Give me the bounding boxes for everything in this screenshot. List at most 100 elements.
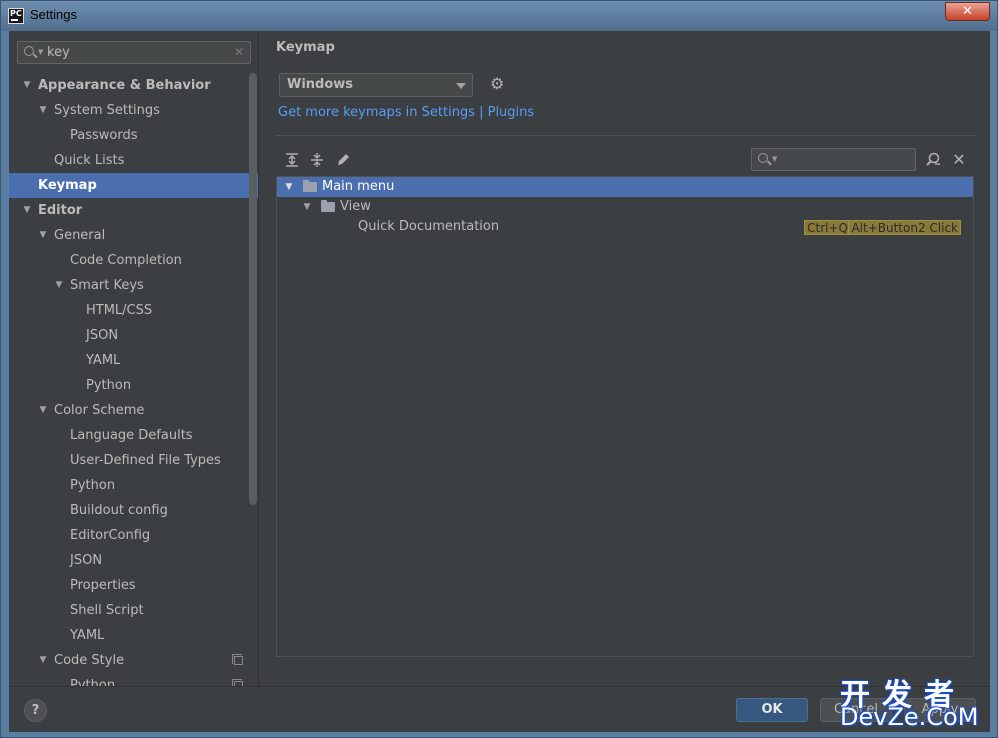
search-dropdown-caret-icon[interactable]: ▼ <box>38 48 43 56</box>
help-button[interactable]: ? <box>24 699 47 722</box>
expand-arrow-icon[interactable]: ▼ <box>53 273 65 298</box>
expand-arrow-icon[interactable]: ▼ <box>301 197 313 217</box>
sidebar-item-label: YAML <box>86 353 121 368</box>
keymap-actions-tree: ▼ Main menu ▼ View Quick Documentation Ctrl+Q… <box>276 176 974 657</box>
sidebar-item-label: General <box>54 228 106 243</box>
sidebar-item-label: Color Scheme <box>54 403 145 418</box>
expand-arrow-icon[interactable]: ▼ <box>21 73 33 98</box>
folder-icon <box>303 180 317 192</box>
shortcut-badge: Ctrl+Q <box>804 220 851 235</box>
settings-window: PC Settings ✕ ▼ key ✕ ▼ Appearance & Beha… <box>0 0 998 738</box>
keymap-action-label: Quick Documentation <box>358 219 500 234</box>
clear-search-icon[interactable]: ✕ <box>234 45 244 59</box>
close-icon: ✕ <box>962 4 973 19</box>
sidebar-item-color-scheme[interactable]: ▼ Color Scheme <box>9 398 258 423</box>
settings-search-input[interactable]: ▼ key ✕ <box>17 41 251 64</box>
sidebar-item-json[interactable]: JSON <box>9 548 258 573</box>
keymap-filter-input[interactable]: ▼ <box>751 148 916 171</box>
keymap-row-view[interactable]: ▼ View <box>277 197 973 217</box>
ok-button[interactable]: OK <box>736 698 808 722</box>
expand-arrow-icon[interactable]: ▼ <box>283 177 295 197</box>
sidebar-item-language-defaults[interactable]: Language Defaults <box>9 423 258 448</box>
section-divider <box>276 135 976 136</box>
keymap-action-label: Main menu <box>322 179 395 194</box>
sidebar-item-quick-lists[interactable]: Quick Lists <box>9 148 258 173</box>
sidebar-item-label: Properties <box>70 578 136 593</box>
sidebar-scrollbar[interactable] <box>249 73 257 505</box>
sidebar-item-label: User-Defined File Types <box>70 453 221 468</box>
window-title: Settings <box>30 7 77 22</box>
sidebar-item-appearance-behavior[interactable]: ▼ Appearance & Behavior <box>9 73 258 98</box>
folder-icon <box>321 200 335 212</box>
sidebar-item-code-style[interactable]: ▼ Code Style <box>9 648 258 673</box>
sidebar-item-label: HTML/CSS <box>86 303 153 318</box>
keymap-row-main-menu[interactable]: ▼ Main menu <box>277 177 973 197</box>
sidebar-item-yaml[interactable]: YAML <box>9 623 258 648</box>
watermark-logo: 开发者 DevZe.CoM <box>838 670 993 734</box>
settings-search-value: key <box>47 45 70 60</box>
sidebar-item-passwords[interactable]: Passwords <box>9 123 258 148</box>
sidebar-item-keymap[interactable]: Keymap <box>9 173 258 198</box>
sidebar-item-user-defined-file-types[interactable]: User-Defined File Types <box>9 448 258 473</box>
sidebar-item-code-completion[interactable]: Code Completion <box>9 248 258 273</box>
expand-arrow-icon[interactable]: ▼ <box>37 648 49 673</box>
sidebar-item-python[interactable]: Python <box>9 473 258 498</box>
collapse-all-icon[interactable] <box>309 152 325 168</box>
sidebar-item-yaml[interactable]: YAML <box>9 348 258 373</box>
sidebar-item-general[interactable]: ▼ General <box>9 223 258 248</box>
keymap-scheme-select[interactable]: Windows <box>279 73 473 97</box>
clear-filter-icon[interactable]: ✕ <box>951 152 967 168</box>
keymap-action-label: View <box>340 199 371 214</box>
filter-dropdown-caret-icon[interactable]: ▼ <box>772 155 777 163</box>
sidebar-item-python[interactable]: Python <box>9 673 258 686</box>
sidebar-item-label: JSON <box>86 328 119 343</box>
sidebar-item-label: Python <box>86 378 132 393</box>
sidebar-item-label: Python <box>70 478 116 493</box>
sidebar-item-label: Code Completion <box>70 253 182 268</box>
sidebar-item-system-settings[interactable]: ▼ System Settings <box>9 98 258 123</box>
sidebar-item-editor[interactable]: ▼ Editor <box>9 198 258 223</box>
sidebar-item-json[interactable]: JSON <box>9 323 258 348</box>
gear-icon[interactable]: ⚙ <box>490 76 504 92</box>
sidebar-item-label: JSON <box>70 553 103 568</box>
sidebar-item-smart-keys[interactable]: ▼ Smart Keys <box>9 273 258 298</box>
window-close-button[interactable]: ✕ <box>945 2 990 21</box>
sidebar-item-shell-script[interactable]: Shell Script <box>9 598 258 623</box>
watermark-line2: DevZe.CoM <box>840 703 979 731</box>
expand-arrow-icon[interactable]: ▼ <box>37 98 49 123</box>
sidebar-item-label: Quick Lists <box>54 153 125 168</box>
pycharm-app-icon: PC <box>8 8 24 24</box>
title-bar[interactable]: PC Settings ✕ <box>1 1 997 31</box>
sidebar-item-label: Keymap <box>38 178 97 193</box>
expand-arrow-icon[interactable]: ▼ <box>21 198 33 223</box>
sidebar-item-html-css[interactable]: HTML/CSS <box>9 298 258 323</box>
settings-sidebar: ▼ key ✕ ▼ Appearance & Behavior ▼ System Se… <box>9 31 259 686</box>
get-more-keymaps-link[interactable]: Get more keymaps in Settings | Plugins <box>278 105 534 120</box>
sidebar-item-label: Appearance & Behavior <box>38 78 211 93</box>
sidebar-item-buildout-config[interactable]: Buildout config <box>9 498 258 523</box>
sidebar-item-label: EditorConfig <box>70 528 151 543</box>
settings-tree: ▼ Appearance & Behavior ▼ System Settings Pa… <box>9 73 258 686</box>
expand-arrow-icon[interactable]: ▼ <box>37 223 49 248</box>
sidebar-item-label: Shell Script <box>70 603 144 618</box>
search-icon <box>24 46 34 56</box>
sidebar-item-label: Python <box>70 678 116 686</box>
sidebar-item-editorconfig[interactable]: EditorConfig <box>9 523 258 548</box>
expand-arrow-icon[interactable]: ▼ <box>37 398 49 423</box>
sidebar-item-label: Language Defaults <box>70 428 193 443</box>
sidebar-item-label: System Settings <box>54 103 160 118</box>
find-shortcut-icon[interactable] <box>925 152 941 168</box>
keymap-scheme-value: Windows <box>287 77 354 92</box>
page-title: Keymap <box>276 40 335 55</box>
sidebar-item-python[interactable]: Python <box>9 373 258 398</box>
settings-client-area: ▼ key ✕ ▼ Appearance & Behavior ▼ System Se… <box>9 31 990 732</box>
sidebar-item-label: Editor <box>38 203 83 218</box>
sidebar-item-label: YAML <box>70 628 105 643</box>
keymap-row-quick-documentation[interactable]: Quick Documentation Ctrl+Q Alt+Button2 Cli… <box>277 217 973 237</box>
sidebar-item-label: Buildout config <box>70 503 168 518</box>
sidebar-item-properties[interactable]: Properties <box>9 573 258 598</box>
edit-pencil-icon[interactable] <box>335 152 351 168</box>
expand-all-icon[interactable] <box>284 152 300 168</box>
search-icon <box>758 153 768 163</box>
sidebar-item-label: Passwords <box>70 128 138 143</box>
